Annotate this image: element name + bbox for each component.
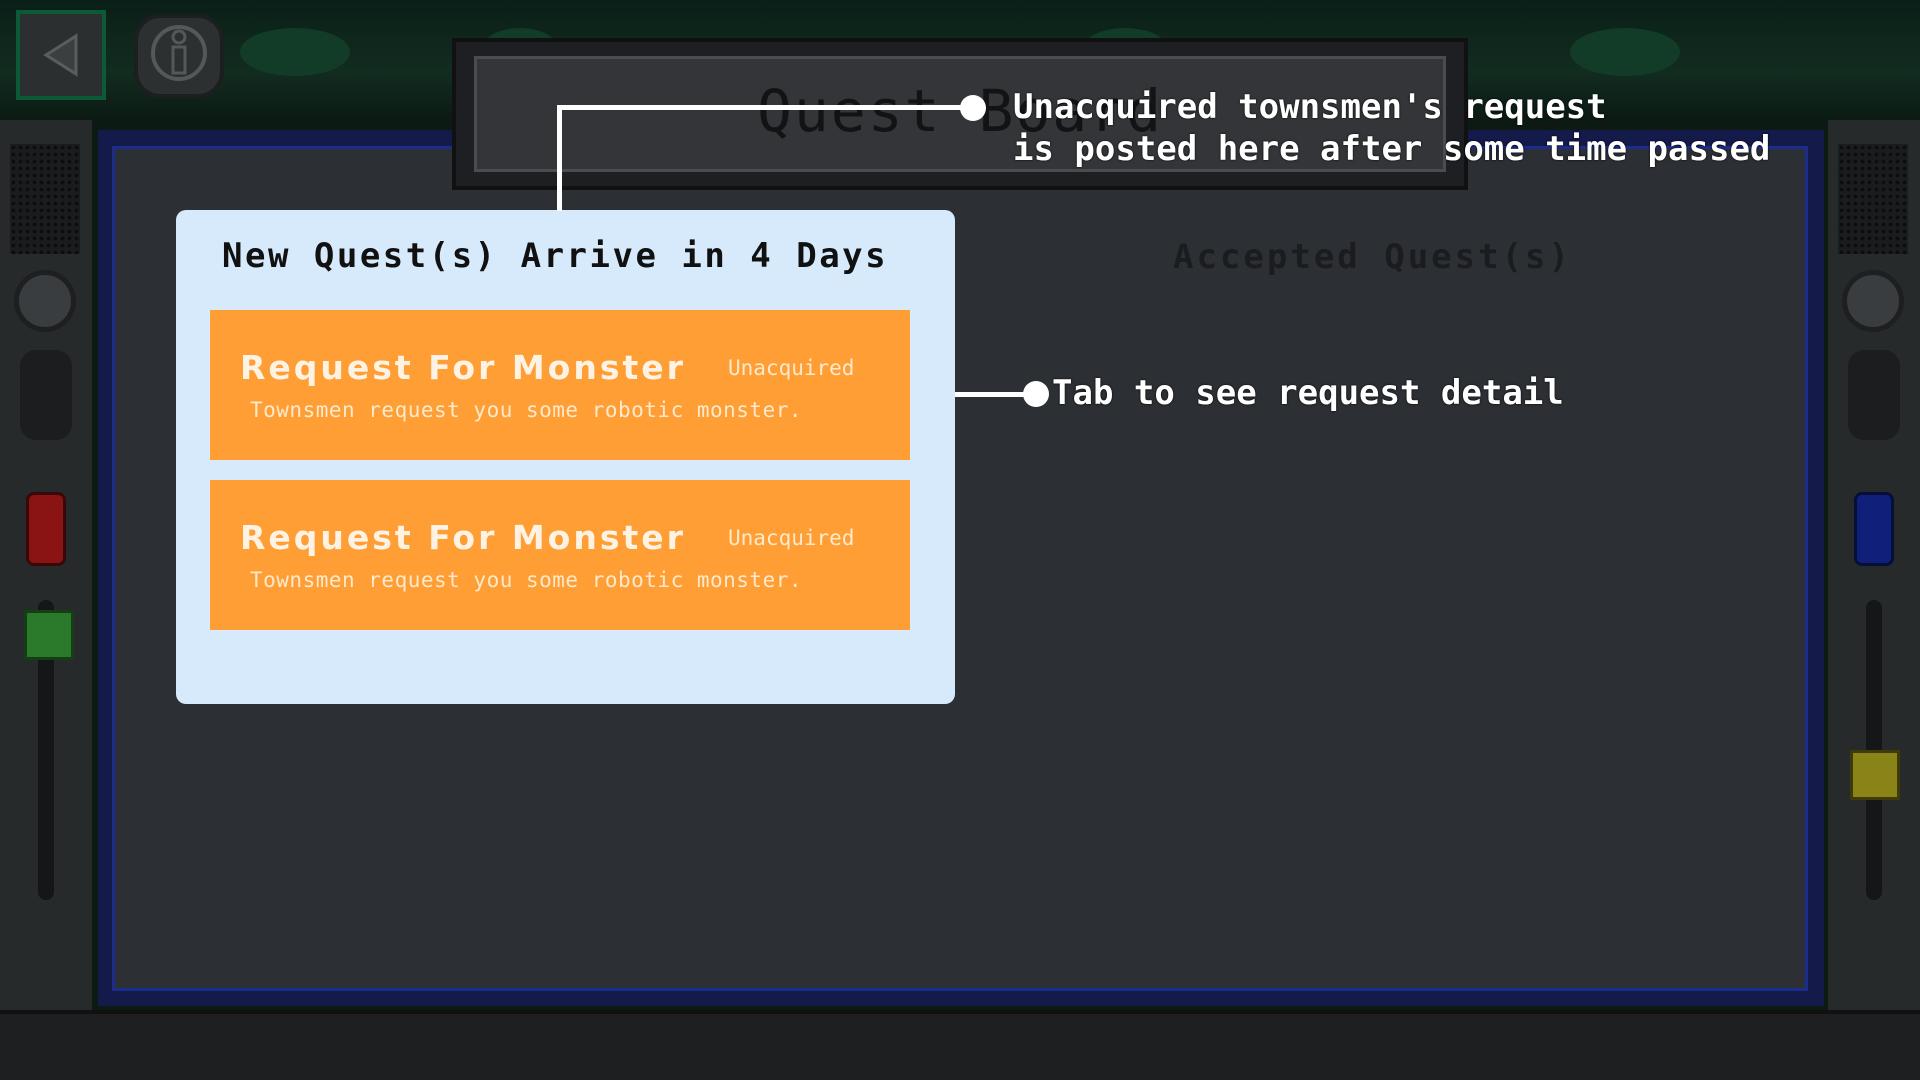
quest-card[interactable]: Request For Monster Unacquired Townsmen … <box>210 310 910 460</box>
quest-description: Townsmen request you some robotic monste… <box>250 568 803 592</box>
yellow-slider-handle <box>1850 750 1900 800</box>
annotation-dot <box>1023 381 1049 407</box>
dial-knob <box>1842 270 1904 332</box>
red-switch <box>26 492 66 566</box>
decorative-bush <box>1570 28 1680 76</box>
info-button[interactable] <box>134 14 224 98</box>
speaker-grille <box>1838 144 1908 254</box>
vent-grille <box>1848 350 1900 440</box>
accepted-quests-heading: Accepted Quest(s) <box>1173 237 1572 277</box>
annotation-tap-note: Tab to see request detail <box>1052 373 1564 413</box>
quest-name: Request For Monster <box>240 348 686 387</box>
back-triangle-icon <box>43 33 78 77</box>
new-quests-panel: New Quest(s) Arrive in 4 Days Request Fo… <box>176 210 955 704</box>
speaker-grille <box>10 144 80 254</box>
left-control-panel <box>0 120 92 1010</box>
annotation-dot <box>960 95 986 121</box>
quest-status-badge: Unacquired <box>728 356 855 380</box>
info-person-icon <box>151 25 207 81</box>
annotation-posted-note: Unacquired townsmen's request is posted … <box>1013 87 1771 169</box>
back-button[interactable] <box>16 10 106 100</box>
decorative-bush <box>240 28 350 76</box>
quest-card[interactable]: Request For Monster Unacquired Townsmen … <box>210 480 910 630</box>
bottom-bar <box>0 1010 1920 1080</box>
quest-name: Request For Monster <box>240 518 686 557</box>
blue-switch <box>1854 492 1894 566</box>
annotation-line <box>557 105 973 110</box>
vent-grille <box>20 350 72 440</box>
right-control-panel <box>1828 120 1920 1010</box>
quest-status-badge: Unacquired <box>728 526 855 550</box>
dial-knob <box>14 270 76 332</box>
quest-description: Townsmen request you some robotic monste… <box>250 398 803 422</box>
annotation-line <box>557 105 562 211</box>
green-slider-handle <box>24 610 74 660</box>
new-quests-heading: New Quest(s) Arrive in 4 Days <box>222 236 889 276</box>
